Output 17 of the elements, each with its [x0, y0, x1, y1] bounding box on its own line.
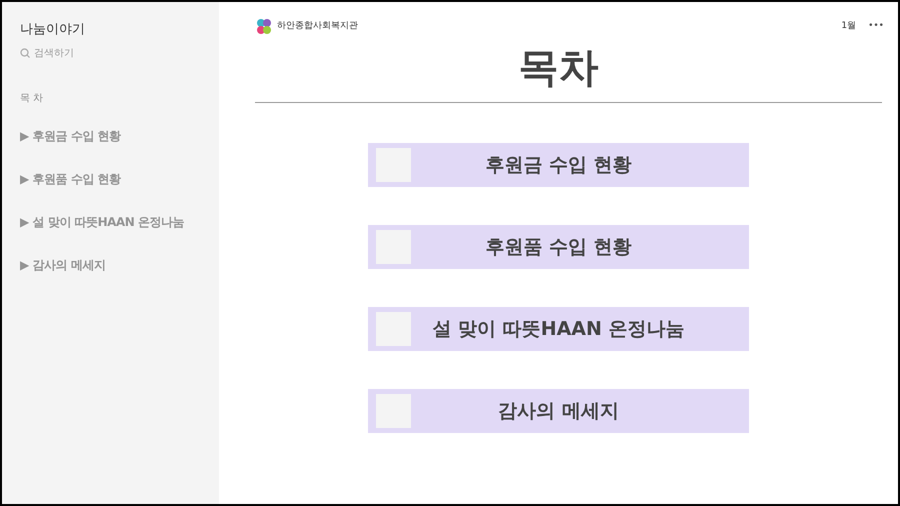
site-title: 나눔이야기	[20, 21, 86, 39]
month-label: 1월	[841, 20, 856, 34]
thumbnail-placeholder	[376, 230, 411, 264]
page-title: 목차	[518, 44, 600, 92]
search-field[interactable]: 검색하기	[34, 46, 154, 60]
search-icon	[20, 48, 30, 58]
thumbnail-placeholder	[376, 148, 411, 182]
thumbnail-placeholder	[376, 312, 411, 346]
more-button[interactable]: •••	[868, 20, 884, 34]
contents-link[interactable]: 설 맞이 따뜻HAAN 온정나눔	[368, 307, 749, 351]
thumbnail-placeholder	[376, 394, 411, 428]
section-heading: 목 차	[20, 92, 44, 106]
logo-icon	[255, 18, 273, 36]
contents-link[interactable]: 후원품 수입 현황	[368, 225, 749, 269]
contents-link[interactable]: 후원금 수입 현황	[368, 143, 749, 187]
organization-name: 하안종합사회복지관	[277, 20, 358, 34]
contents-link[interactable]: 감사의 메세지	[368, 389, 749, 433]
